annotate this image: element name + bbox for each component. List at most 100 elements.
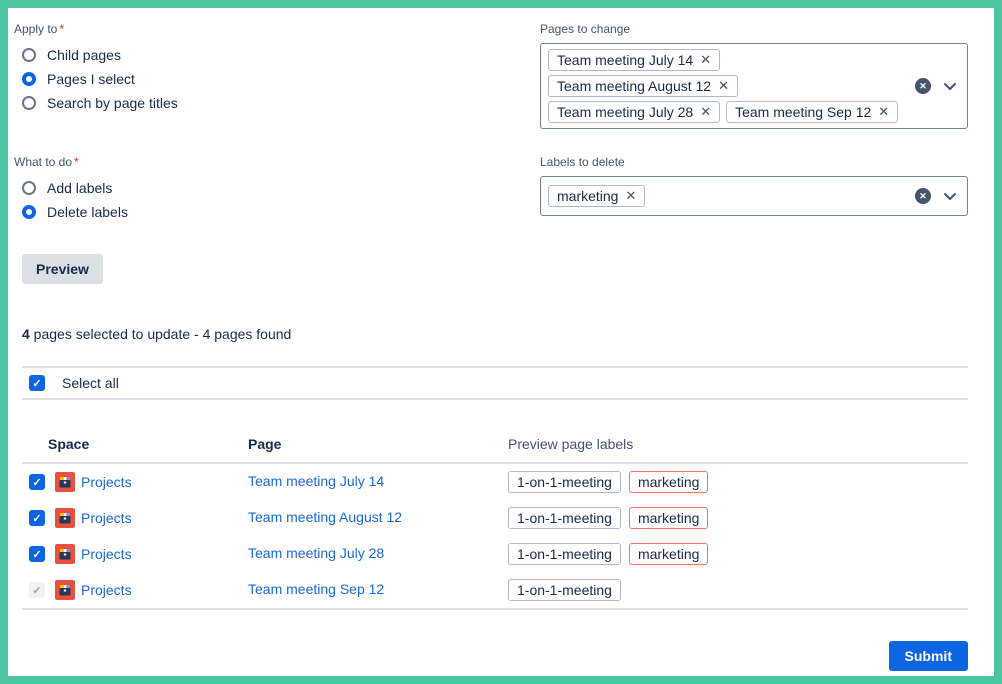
labels-cell: 1-on-1-meeting	[508, 579, 968, 601]
labels-to-delete-field: Labels to delete marketing ✕ ✕	[540, 155, 968, 224]
apply-to-label-text: Apply to	[14, 22, 57, 36]
required-asterisk: *	[59, 22, 64, 36]
table-row: ✓ Projects Team meeting Sep 12 1-on-1-me…	[22, 572, 968, 608]
row-checkbox-cell: ✓	[22, 546, 48, 562]
row-checkbox[interactable]: ✓	[29, 474, 45, 490]
radio-delete-labels[interactable]: Delete labels	[22, 200, 128, 224]
row-checkbox-cell: ✓	[22, 474, 48, 490]
clear-all-icon[interactable]: ✕	[915, 188, 931, 204]
apply-to-label: Apply to*	[14, 22, 178, 36]
row-checkbox[interactable]: ✓	[29, 510, 45, 526]
page-label: 1-on-1-meeting	[508, 579, 621, 601]
radio-selected-icon	[22, 72, 36, 86]
page-chip: Team meeting July 14✕	[548, 49, 720, 71]
selected-labels-chips: marketing ✕	[545, 183, 648, 209]
select-all-row: ✓ Select all	[22, 368, 968, 398]
radio-label: Search by page titles	[47, 95, 178, 111]
submit-button[interactable]: Submit	[889, 641, 968, 671]
required-asterisk: *	[74, 155, 79, 169]
pages-to-change-field: Pages to change Team meeting July 14✕ Te…	[540, 22, 968, 129]
remove-chip-icon[interactable]: ✕	[718, 78, 729, 94]
pages-to-change-select[interactable]: Team meeting July 14✕ Team meeting Augus…	[540, 43, 968, 129]
radio-search-by-page-titles[interactable]: Search by page titles	[22, 91, 178, 115]
page-label: 1-on-1-meeting	[508, 543, 621, 565]
table-row: ✓ Projects Team meeting July 28 1-on-1-m…	[22, 536, 968, 572]
page-link[interactable]: Team meeting August 12	[248, 509, 402, 525]
chevron-down-icon[interactable]	[943, 192, 957, 201]
page-chip-text: Team meeting July 28	[557, 104, 693, 120]
space-cell: Projects	[48, 508, 248, 528]
pages-to-change-label: Pages to change	[540, 22, 968, 36]
page-label: 1-on-1-meeting	[508, 507, 621, 529]
page-label: 1-on-1-meeting	[508, 471, 621, 493]
space-link[interactable]: Projects	[81, 474, 132, 490]
space-cell: Projects	[48, 580, 248, 600]
page-label-marked-for-delete: marketing	[629, 543, 708, 565]
results-summary: 4 pages selected to update - 4 pages fou…	[22, 326, 968, 342]
chevron-down-icon[interactable]	[943, 82, 957, 91]
what-to-do-label-text: What to do	[14, 155, 72, 169]
what-to-do-label: What to do*	[14, 155, 128, 169]
selected-pages-chips: Team meeting July 14✕ Team meeting Augus…	[545, 47, 903, 125]
footer: Submit	[22, 641, 968, 671]
page-chip: Team meeting Sep 12✕	[726, 101, 898, 123]
radio-selected-icon	[22, 205, 36, 219]
remove-chip-icon[interactable]: ✕	[625, 188, 636, 204]
page-link[interactable]: Team meeting Sep 12	[248, 581, 384, 597]
form-row-1: Apply to* Child pages Pages I select Sea…	[22, 22, 968, 129]
page-content: Apply to* Child pages Pages I select Sea…	[8, 8, 994, 676]
radio-unselected-icon	[22, 181, 36, 195]
radio-unselected-icon	[22, 48, 36, 62]
label-chip-text: marketing	[557, 188, 618, 204]
page-chip: Team meeting August 12✕	[548, 75, 738, 97]
labels-cell: 1-on-1-meeting marketing	[508, 543, 968, 565]
selected-count: 4	[22, 326, 30, 342]
page-cell: Team meeting August 12	[248, 509, 508, 527]
radio-pages-i-select[interactable]: Pages I select	[22, 67, 178, 91]
space-avatar-toolbox-icon	[55, 544, 75, 564]
pages-table: Space Page Preview page labels ✓ Project…	[22, 430, 968, 610]
table-header-row: Space Page Preview page labels	[22, 430, 968, 458]
space-cell: Projects	[48, 472, 248, 492]
radio-child-pages[interactable]: Child pages	[22, 43, 178, 67]
remove-chip-icon[interactable]: ✕	[878, 104, 889, 120]
space-avatar-toolbox-icon	[55, 472, 75, 492]
space-link[interactable]: Projects	[81, 546, 132, 562]
page-link[interactable]: Team meeting July 28	[248, 545, 384, 561]
radio-label: Child pages	[47, 47, 121, 63]
page-chip: Team meeting July 28 ✕	[548, 101, 720, 123]
row-checkbox-cell: ✓	[22, 510, 48, 526]
radio-unselected-icon	[22, 96, 36, 110]
preview-button[interactable]: Preview	[22, 254, 103, 284]
apply-to-field: Apply to* Child pages Pages I select Sea…	[22, 22, 178, 129]
column-header-page: Page	[248, 436, 508, 452]
table-row: ✓ Projects Team meeting July 14 1-on-1-m…	[22, 464, 968, 500]
remove-chip-icon[interactable]: ✕	[700, 52, 711, 68]
label-chip: marketing ✕	[548, 185, 645, 207]
row-checkbox-cell: ✓	[22, 582, 48, 598]
divider	[22, 398, 968, 400]
divider	[22, 608, 968, 610]
select-all-label: Select all	[62, 375, 119, 391]
page-link[interactable]: Team meeting July 14	[248, 473, 384, 489]
form-row-2: What to do* Add labels Delete labels Lab…	[22, 155, 968, 224]
page-label-marked-for-delete: marketing	[629, 471, 708, 493]
page-cell: Team meeting Sep 12	[248, 581, 508, 599]
clear-all-icon[interactable]: ✕	[915, 78, 931, 94]
radio-label: Pages I select	[47, 71, 135, 87]
column-header-preview-labels: Preview page labels	[508, 436, 968, 452]
row-checkbox[interactable]: ✓	[29, 546, 45, 562]
radio-label: Delete labels	[47, 204, 128, 220]
space-link[interactable]: Projects	[81, 510, 132, 526]
labels-to-delete-label: Labels to delete	[540, 155, 968, 169]
page-cell: Team meeting July 14	[248, 473, 508, 491]
space-avatar-toolbox-icon	[55, 508, 75, 528]
remove-chip-icon[interactable]: ✕	[700, 104, 711, 120]
space-avatar-toolbox-icon	[55, 580, 75, 600]
row-checkbox-disabled: ✓	[29, 582, 45, 598]
page-cell: Team meeting July 28	[248, 545, 508, 563]
labels-to-delete-select[interactable]: marketing ✕ ✕	[540, 176, 968, 216]
radio-add-labels[interactable]: Add labels	[22, 176, 128, 200]
select-all-checkbox[interactable]: ✓	[29, 375, 45, 391]
space-link[interactable]: Projects	[81, 582, 132, 598]
